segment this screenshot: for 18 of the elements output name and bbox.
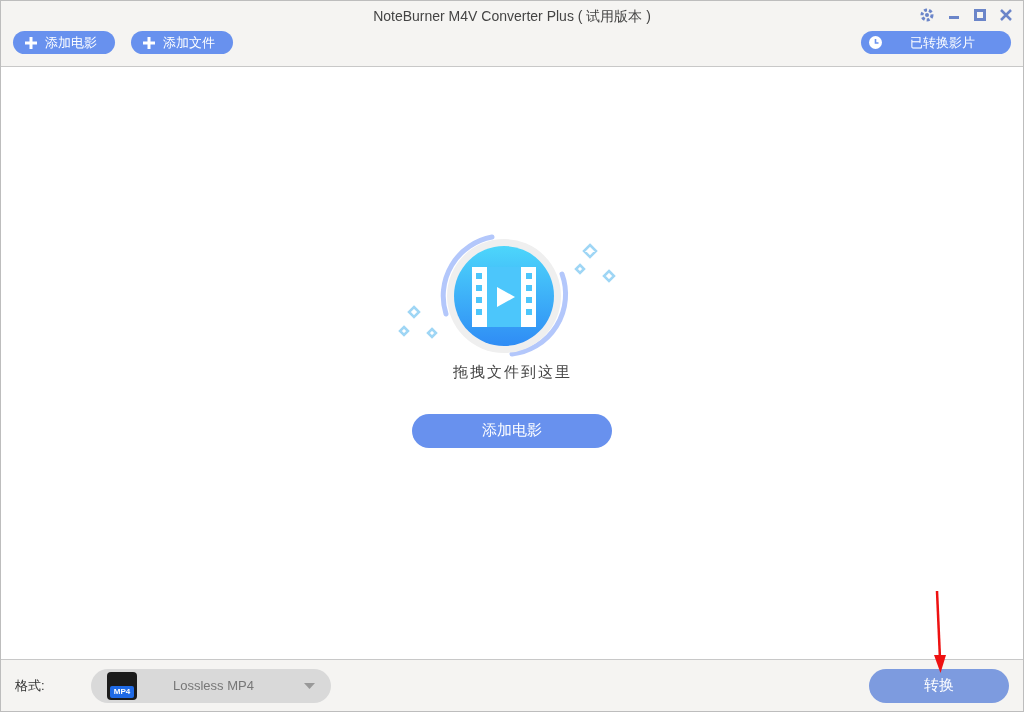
drop-hint: 拖拽文件到这里 — [452, 362, 572, 382]
convert-button[interactable]: 转换 — [869, 668, 1009, 703]
history-button[interactable]: 已转换影片 — [861, 31, 1011, 54]
format-label: 格式: — [15, 676, 46, 695]
format-dropdown[interactable]: MP4 Lossless MP4 — [91, 668, 331, 703]
add-button[interactable]: 添加电影 — [13, 31, 115, 54]
clock-icon — [869, 36, 882, 49]
add-movie-button[interactable]: 添加电影 — [412, 413, 612, 448]
plus-icon — [143, 36, 155, 49]
mp4-icon: MP4 — [107, 671, 137, 700]
add-button[interactable]: 添加文件 — [131, 31, 233, 54]
window-title: NoteBurner M4V Converter Plus ( 试用版本 ) — [373, 6, 651, 26]
format-value: Lossless MP4 — [173, 676, 254, 695]
plus-icon — [25, 36, 37, 49]
caret-icon — [304, 682, 315, 689]
settings-icon[interactable] — [919, 7, 935, 23]
maximize-icon[interactable] — [973, 7, 987, 23]
close-icon[interactable] — [999, 7, 1013, 23]
